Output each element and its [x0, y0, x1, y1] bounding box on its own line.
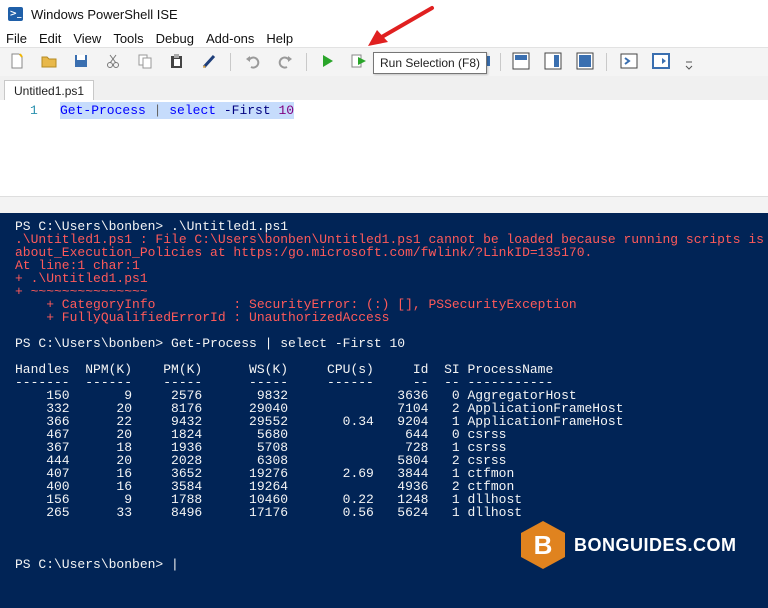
toolbar-separator — [500, 53, 501, 71]
code-cmdlet: Get-Process — [60, 103, 146, 118]
open-folder-icon[interactable] — [40, 52, 58, 70]
layout-max-icon[interactable] — [576, 52, 594, 70]
menu-file[interactable]: File — [6, 31, 27, 46]
paste-icon[interactable] — [168, 52, 186, 70]
toolbar-overflow-icon[interactable] — [680, 56, 698, 74]
menu-view[interactable]: View — [73, 31, 101, 46]
bonguides-logo-icon: B — [521, 521, 565, 569]
console-output: PS C:\Users\bonben> .\Untitled1.ps1 .\Un… — [0, 213, 768, 571]
menu-help[interactable]: Help — [266, 31, 293, 46]
layout-right-icon[interactable] — [544, 52, 562, 70]
menu-tools[interactable]: Tools — [113, 31, 143, 46]
table-row: 265 33 8496 17176 0.56 5624 1 dllhost — [15, 505, 523, 520]
code-parameter: -First — [216, 103, 279, 118]
toolbar-separator — [606, 53, 607, 71]
pane-splitter[interactable] — [0, 196, 768, 214]
toolbar-separator — [230, 53, 231, 71]
line-number: 1 — [30, 103, 38, 118]
layout-top-icon[interactable] — [512, 52, 530, 70]
command-pane-icon[interactable] — [620, 52, 638, 70]
cut-icon[interactable] — [104, 52, 122, 70]
code-pipe: | — [145, 103, 170, 118]
toolbar-separator — [306, 53, 307, 71]
menu-edit[interactable]: Edit — [39, 31, 61, 46]
bonguides-logo: B BONGUIDES.COM — [520, 520, 737, 570]
new-file-icon[interactable] — [8, 52, 26, 70]
script-editor[interactable]: 1 Get-Process | select -First 10 — [0, 100, 768, 196]
powershell-app-icon: >_ — [8, 7, 23, 21]
copy-icon[interactable] — [136, 52, 154, 70]
clear-console-icon[interactable] — [200, 52, 218, 70]
error-line: + FullyQualifiedErrorId : UnauthorizedAc… — [15, 310, 390, 325]
tab-untitled1[interactable]: Untitled1.ps1 — [4, 80, 95, 101]
run-selection-tooltip: Run Selection (F8) — [373, 52, 488, 74]
save-icon[interactable] — [72, 52, 90, 70]
code-cmdlet-select: select — [169, 103, 217, 118]
run-script-icon[interactable] — [318, 52, 336, 70]
redo-icon[interactable] — [276, 52, 294, 70]
menu-addons[interactable]: Add-ons — [206, 31, 254, 46]
window-title: Windows PowerShell ISE — [31, 6, 178, 22]
selected-code[interactable]: Get-Process | select -First 10 — [60, 102, 295, 119]
console-prompt-current[interactable]: PS C:\Users\bonben> | — [15, 557, 179, 572]
show-addon-icon[interactable] — [652, 52, 670, 70]
bonguides-logo-text: BONGUIDES.COM — [574, 534, 737, 555]
undo-icon[interactable] — [244, 52, 262, 70]
svg-text:B: B — [534, 530, 553, 560]
code-number: 10 — [278, 103, 295, 118]
run-selection-icon[interactable] — [350, 52, 368, 70]
menu-debug[interactable]: Debug — [156, 31, 194, 46]
pointer-arrow-icon — [368, 6, 434, 46]
script-tab-bar: Untitled1.ps1 — [0, 76, 768, 101]
console-prompt: PS C:\Users\bonben> Get-Process | select… — [15, 336, 406, 351]
